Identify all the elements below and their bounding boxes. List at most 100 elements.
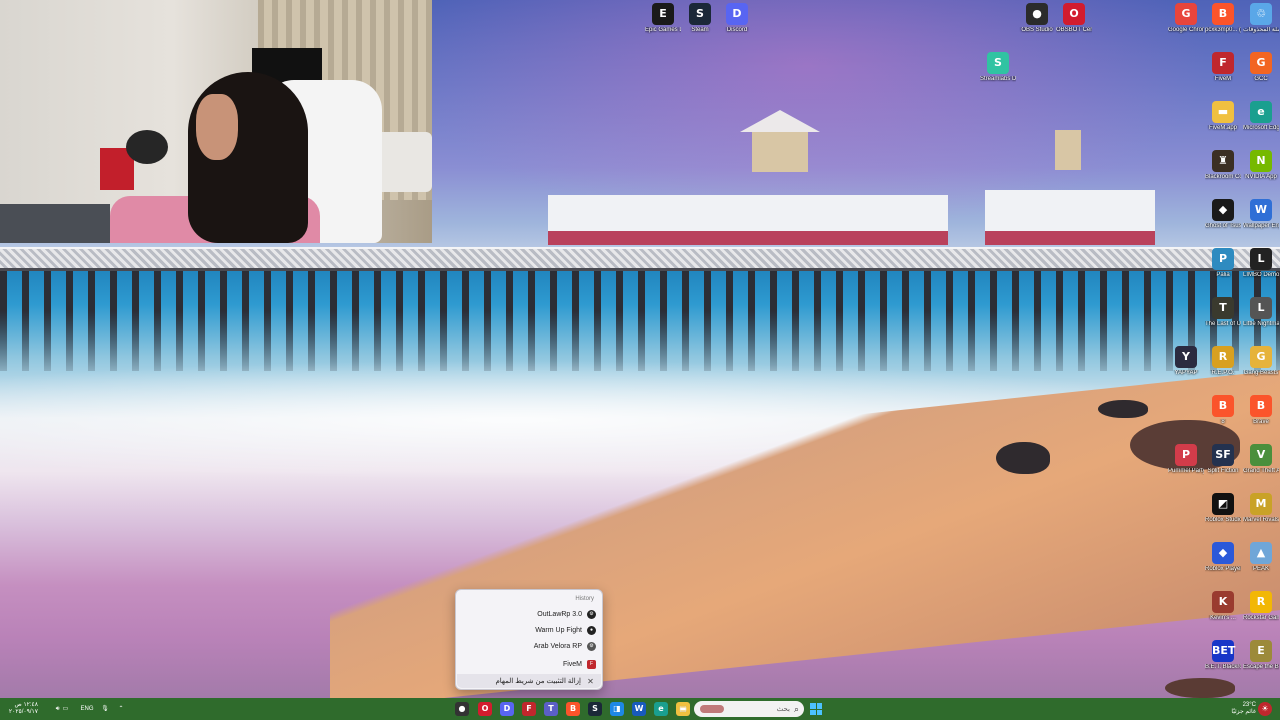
taskbar-app-button[interactable]: T xyxy=(543,701,559,717)
desktop-shortcut-label: 8 xyxy=(1221,419,1225,425)
pier-building-right xyxy=(985,190,1155,245)
search-highlight-icon xyxy=(700,705,724,713)
desktop-shortcut[interactable]: K Kevin's ... xyxy=(1205,591,1241,622)
mic-icon[interactable]: 🎙︎ xyxy=(100,701,110,717)
desktop-shortcut[interactable]: T The Last of Us™ Part I xyxy=(1205,297,1241,328)
desktop-shortcut[interactable]: ● OBS Studio xyxy=(1019,3,1055,34)
fivem-server-icon: ⚙ xyxy=(587,641,596,651)
wallpaper-engine-icon: W xyxy=(1250,199,1272,221)
folder-icon: ▬ xyxy=(1212,101,1234,123)
desktop-shortcut[interactable]: Bpcxk3mp0... (2) xyxy=(1205,3,1241,34)
language-indicator[interactable]: ENG xyxy=(78,701,96,717)
volume-icon: 🔊︎ xyxy=(55,705,60,712)
jumplist-header: History xyxy=(575,596,594,602)
beach-rock xyxy=(1098,400,1148,418)
desktop-shortcut-label: Discord xyxy=(726,27,748,33)
desktop-shortcut[interactable]: ◆ Roblox Player xyxy=(1205,542,1241,573)
jumplist-unpin-item[interactable]: إزالة التثبيت من شريط المهام ✕ xyxy=(457,674,601,688)
taskbar-app-button[interactable]: W xyxy=(631,701,647,717)
desktop-shortcut[interactable]: S Streamlabs Desktop xyxy=(980,52,1016,83)
desktop-shortcut[interactable]: M Marvel Rivals xyxy=(1243,493,1279,524)
desktop-shortcut[interactable]: D Discord xyxy=(719,3,755,34)
tlou-icon: T xyxy=(1212,297,1234,319)
blackroom-icon: ♜ xyxy=(1212,150,1234,172)
taskbar-app-button[interactable]: e xyxy=(653,701,669,717)
desktop-shortcut[interactable]: ♲ سلة المحذوفات xyxy=(1243,3,1279,34)
search-placeholder: بحث xyxy=(776,706,790,713)
network-icon: ▭ xyxy=(62,705,69,712)
desktop-shortcut[interactable]: R R.E.P.O. xyxy=(1205,346,1241,377)
desktop-shortcut[interactable]: P Palia xyxy=(1205,248,1241,279)
desktop-shortcut[interactable]: R Rockstar Games ... xyxy=(1243,591,1279,622)
desktop-shortcut[interactable]: e Microsoft Edge xyxy=(1243,101,1279,132)
desktop-shortcut[interactable]: ▬ FiveM.app xyxy=(1205,101,1241,132)
taskbar-app-button[interactable]: ◨ xyxy=(609,701,625,717)
desktop-shortcut[interactable]: BET B.E.T. Blackroom Escape T... xyxy=(1205,640,1241,671)
desktop-shortcut-label: Ghost of Tsushima xyxy=(1205,223,1241,229)
desktop-shortcut[interactable]: N NVIDIA App xyxy=(1243,150,1279,181)
desktop-shortcut[interactable]: ◩ Roblox Studio xyxy=(1205,493,1241,524)
weather-widget[interactable]: 23°C غائم جزئيًا xyxy=(1206,701,1256,717)
desktop-shortcut[interactable]: P Pummel Party xyxy=(1168,444,1204,475)
desktop-shortcut[interactable]: L LIMBO Demo xyxy=(1243,248,1279,279)
desktop-shortcut[interactable]: E Escape the Backrooms xyxy=(1243,640,1279,671)
desktop-shortcut[interactable]: F FiveM xyxy=(1205,52,1241,83)
jumplist-item[interactable]: Arab Velora RP ⚙ xyxy=(534,639,596,653)
desktop-shortcut-label: FiveM.app xyxy=(1208,125,1237,131)
desktop-shortcut[interactable]: V Grand Theft Auto V Le... xyxy=(1243,444,1279,475)
tray-icons[interactable]: 🔊︎ ▭ xyxy=(50,701,74,717)
discord-icon: D xyxy=(726,3,748,25)
desktop-shortcut-label: B.E.T. Blackroom Escape T... xyxy=(1205,664,1241,670)
desktop-shortcut-label: YAPYAP xyxy=(1174,370,1198,376)
edge-taskbar-icon: e xyxy=(654,702,668,716)
jumplist-app-item[interactable]: FiveM F xyxy=(563,657,596,671)
fivem-icon: F xyxy=(587,659,596,669)
desktop-shortcut[interactable]: W Wallpaper Engine xyxy=(1243,199,1279,230)
desktop-shortcut[interactable]: SF Split Fiction xyxy=(1205,444,1241,475)
obs-taskbar-icon: ● xyxy=(455,702,469,716)
beach-rock xyxy=(1165,678,1235,698)
taskbar-app-button[interactable]: B xyxy=(565,701,581,717)
taskbar-app-button[interactable]: F xyxy=(521,701,537,717)
desktop-shortcut-label: Roblox Studio xyxy=(1205,517,1241,523)
webcam-plant xyxy=(126,130,168,164)
desktop-shortcut[interactable]: G Google Chrome xyxy=(1168,3,1204,34)
webcam-person-face xyxy=(196,94,238,160)
desktop-shortcut[interactable]: ▲ PEAK xyxy=(1243,542,1279,573)
taskbar-app-button[interactable]: S xyxy=(587,701,603,717)
start-button[interactable] xyxy=(809,701,823,717)
desktop-shortcut[interactable]: G GCC xyxy=(1243,52,1279,83)
rockstar-icon: R xyxy=(1250,591,1272,613)
search-icon: ⌕ xyxy=(793,703,799,714)
weather-icon[interactable]: ☀ xyxy=(1258,701,1272,717)
nvidia-icon: N xyxy=(1250,150,1272,172)
taskbar-search[interactable]: بحث ⌕ xyxy=(694,701,804,717)
desktop-shortcut[interactable]: E Epic Games Launcher xyxy=(645,3,681,34)
taskbar-app-button[interactable]: ● xyxy=(454,701,470,717)
desktop-shortcut[interactable]: ◆ Ghost of Tsushima xyxy=(1205,199,1241,230)
desktop-shortcut[interactable]: B8 xyxy=(1205,395,1241,426)
desktop-shortcut[interactable]: ♜ Blackroom Company xyxy=(1205,150,1241,181)
roblox-studio-icon: ◩ xyxy=(1212,493,1234,515)
desktop-shortcut[interactable]: Y YAPYAP xyxy=(1168,346,1204,377)
taskbar-app-button[interactable]: O xyxy=(477,701,493,717)
jumplist-item[interactable]: OutLawRp 3.0 ⚙ xyxy=(537,607,596,621)
task-view-button[interactable]: ▢ xyxy=(676,701,690,717)
taskbar-clock[interactable]: ١٢:٤٨ ص ٢٠٢٥/٠٩/١٧ xyxy=(6,701,38,717)
chevron-up-icon[interactable]: ⌃ xyxy=(116,701,126,717)
desktop-shortcut-label: Split Fiction xyxy=(1207,468,1239,474)
desktop-shortcut-label: PEAK xyxy=(1252,566,1269,572)
windows-logo-icon xyxy=(810,703,822,715)
jumplist-item[interactable]: Warm Up Fight ● xyxy=(535,623,596,637)
language-label: ENG xyxy=(80,705,94,712)
pier-pilings xyxy=(0,271,1280,371)
desktop-shortcut[interactable]: O OBSBOT Center xyxy=(1056,3,1092,34)
webcam-overlay xyxy=(0,0,432,243)
desktop-shortcut[interactable]: L Little Nightmares xyxy=(1243,297,1279,328)
desktop-shortcut-label: Marvel Rivals xyxy=(1243,517,1279,523)
desktop-shortcut[interactable]: S Steam xyxy=(682,3,718,34)
desktop-shortcut[interactable]: G Gang Beasts xyxy=(1243,346,1279,377)
desktop-shortcut-label: Steam xyxy=(691,27,709,33)
desktop-shortcut[interactable]: B Brave xyxy=(1243,395,1279,426)
taskbar-app-button[interactable]: D xyxy=(499,701,515,717)
